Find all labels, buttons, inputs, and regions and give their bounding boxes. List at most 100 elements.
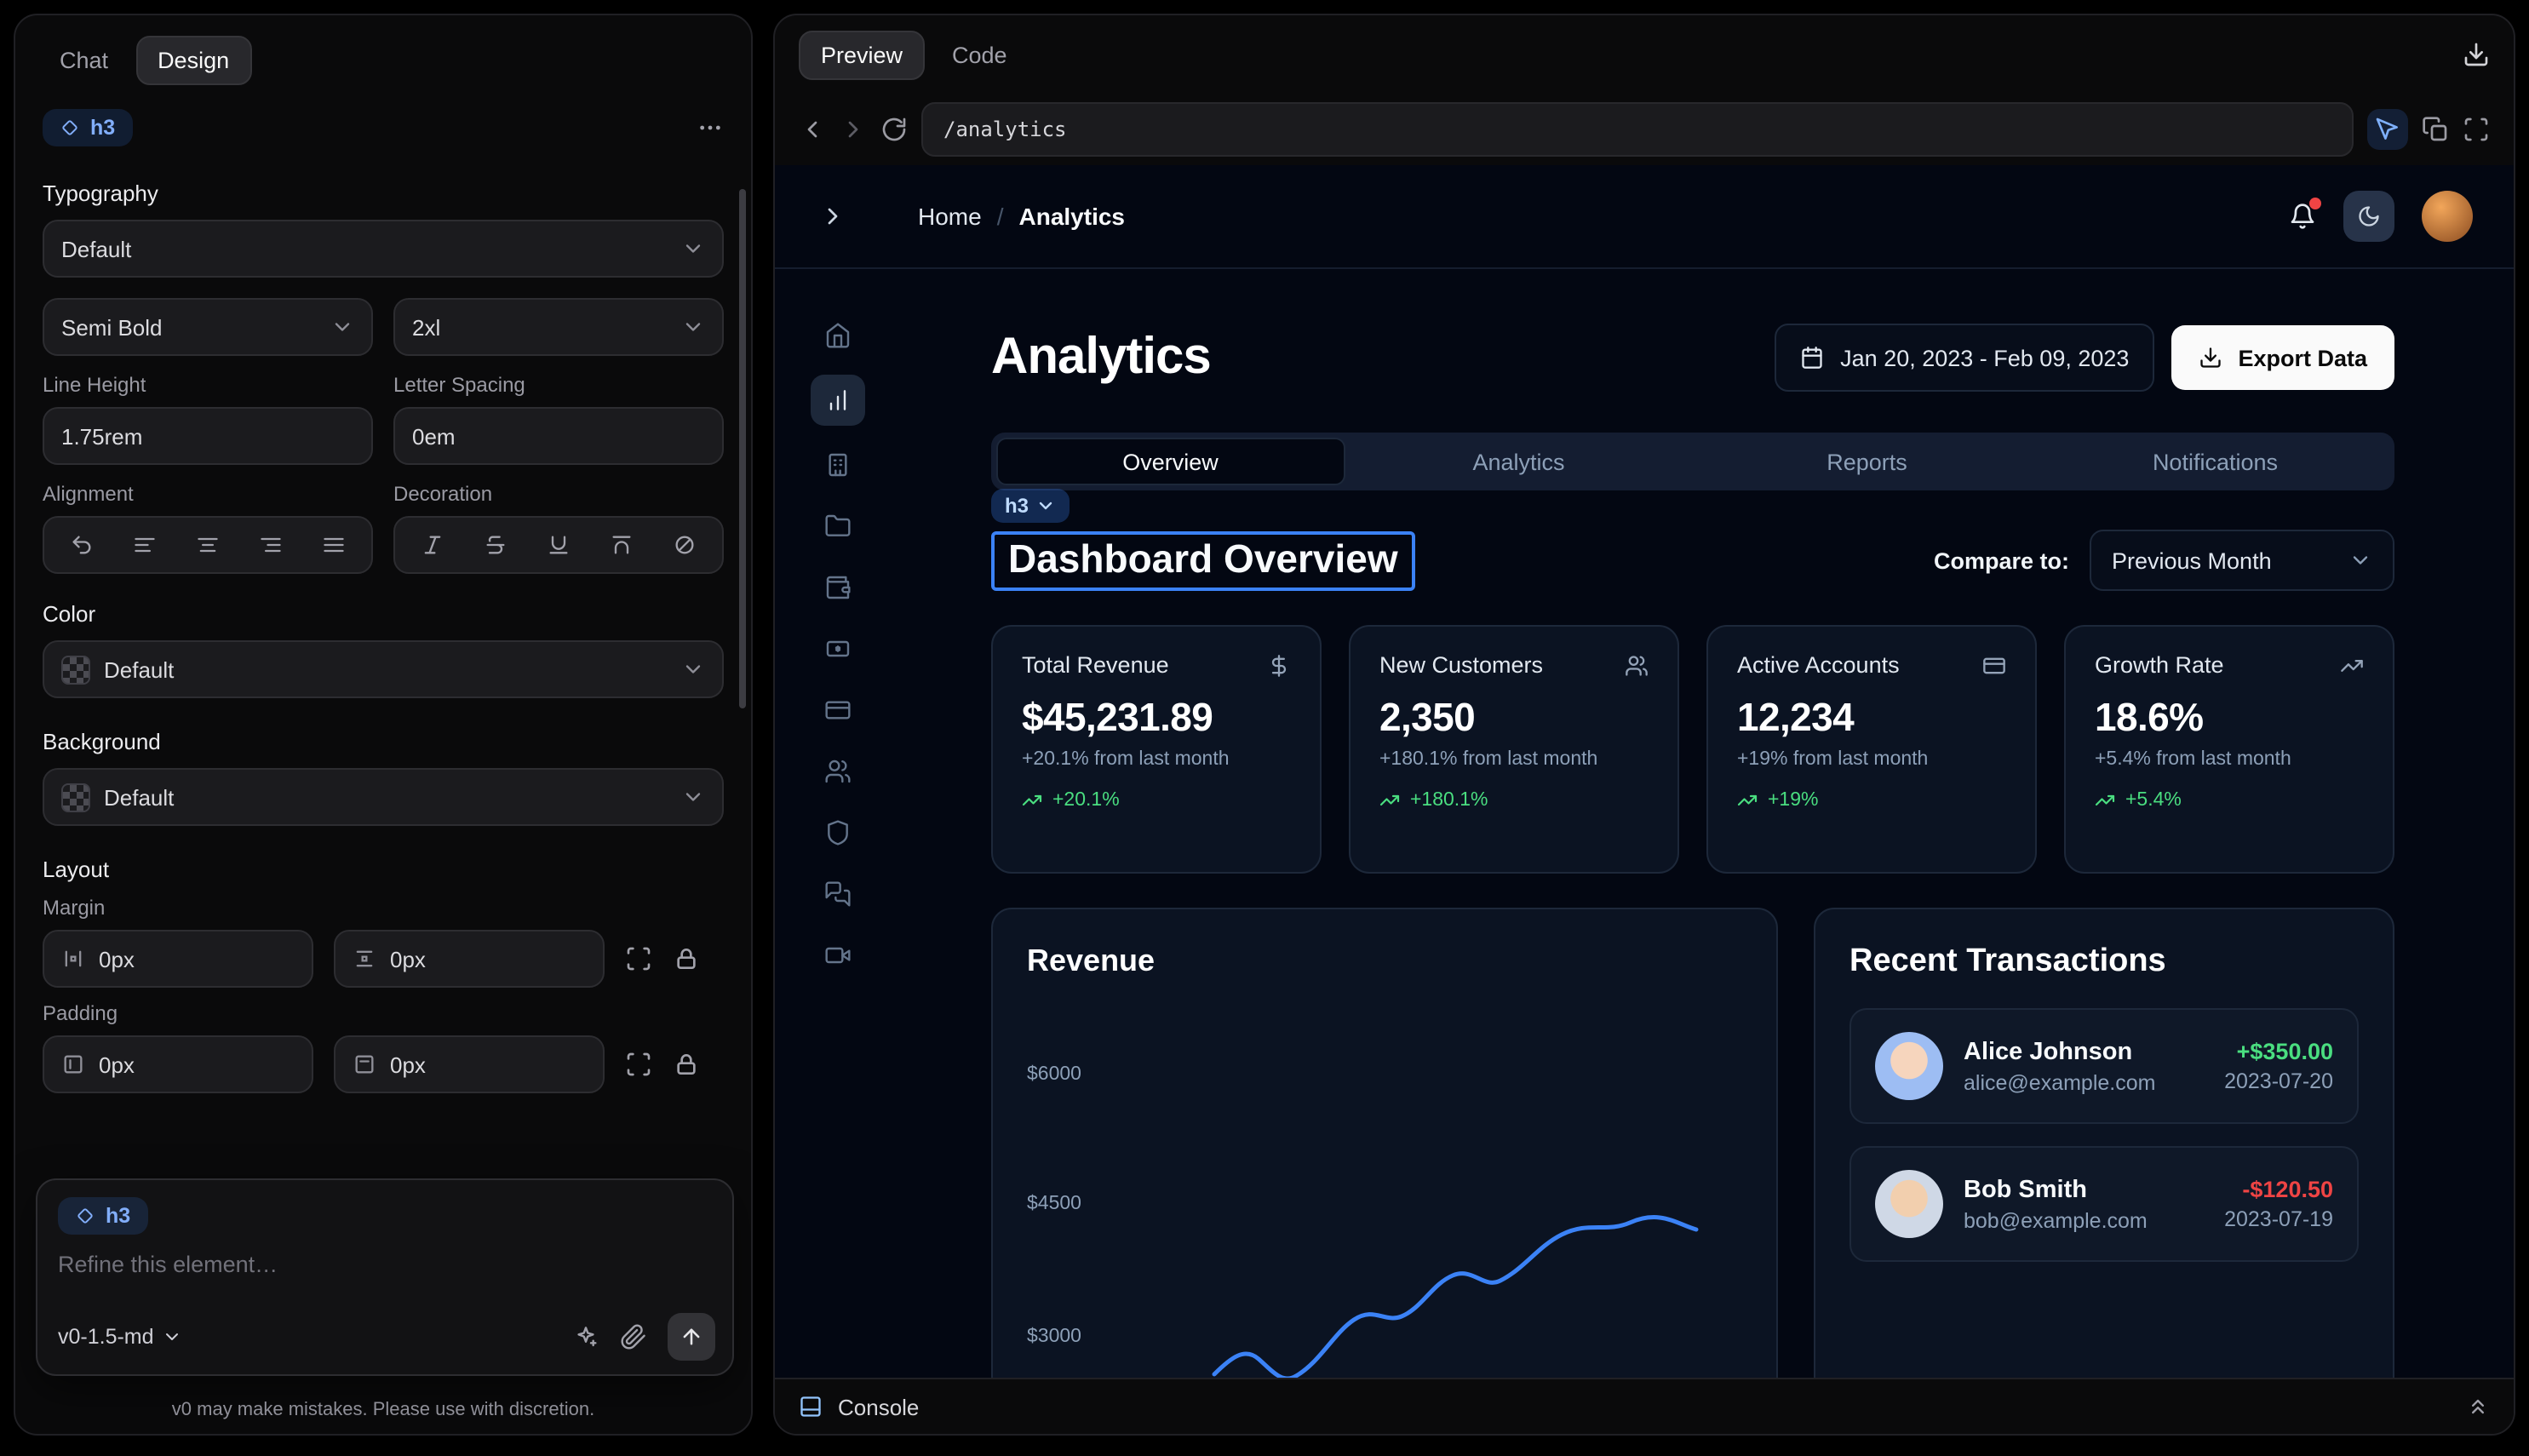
padding-expand-button[interactable] <box>625 1051 652 1078</box>
sidebar-item-meetings[interactable] <box>811 933 865 977</box>
lock-icon <box>673 1051 700 1078</box>
preview-viewport: Home / Analytics <box>775 165 2514 1379</box>
stat-card-active-accounts: Active Accounts 12,234 +19% from last mo… <box>1706 625 2037 874</box>
tab-reports[interactable]: Reports <box>1693 438 2041 485</box>
no-decoration-button[interactable] <box>652 518 715 572</box>
inspect-element-button[interactable] <box>2367 109 2408 150</box>
stat-title: New Customers <box>1379 652 1543 678</box>
margin-x-input[interactable]: 0px <box>43 930 313 988</box>
console-bar[interactable]: Console <box>775 1378 2514 1434</box>
margin-lock-button[interactable] <box>673 945 700 972</box>
sidebar-item-wallet[interactable] <box>811 565 865 610</box>
strikethrough-button[interactable] <box>465 518 528 572</box>
padding-vertical-icon <box>353 1052 376 1076</box>
line-height-input[interactable]: 1.75rem <box>43 407 373 465</box>
sidebar-item-messages[interactable] <box>811 872 865 916</box>
more-options-button[interactable] <box>697 114 724 141</box>
sidebar-item-payments[interactable] <box>811 688 865 732</box>
model-select[interactable]: v0-1.5-md <box>58 1325 183 1349</box>
address-input[interactable]: /analytics <box>921 102 2354 157</box>
dashboard-sidebar <box>775 269 901 1379</box>
align-left-button[interactable] <box>114 518 177 572</box>
margin-x-value: 0px <box>99 946 135 972</box>
tab-design-label: Design <box>158 48 229 73</box>
attach-file-button[interactable] <box>620 1323 647 1350</box>
user-avatar[interactable] <box>2422 191 2473 242</box>
sidebar-item-organization[interactable] <box>811 443 865 487</box>
back-button[interactable] <box>799 116 826 143</box>
font-weight-select[interactable]: Semi Bold <box>43 298 373 356</box>
sidebar-item-members[interactable] <box>811 749 865 794</box>
composer-input[interactable]: Refine this element… <box>58 1252 712 1277</box>
theme-toggle-button[interactable] <box>2343 191 2394 242</box>
recent-transactions-card: Recent Transactions Alice Johnson alice@… <box>1814 908 2394 1379</box>
submit-button[interactable] <box>668 1313 715 1361</box>
margin-expand-button[interactable] <box>625 945 652 972</box>
breadcrumb-home[interactable]: Home <box>918 203 982 230</box>
notifications-button[interactable] <box>2289 203 2316 230</box>
sidebar-item-projects[interactable] <box>811 504 865 548</box>
selected-element-label: h3 <box>90 116 115 140</box>
building-icon <box>824 451 852 479</box>
align-justify-button[interactable] <box>301 518 364 572</box>
sidebar-item-security[interactable] <box>811 811 865 855</box>
font-family-select[interactable]: Default <box>43 220 724 278</box>
font-size-select[interactable]: 2xl <box>393 298 724 356</box>
chevron-down-icon <box>681 785 705 809</box>
underline-button[interactable] <box>527 518 590 572</box>
sidebar-item-home[interactable] <box>811 313 865 358</box>
padding-y-input[interactable]: 0px <box>334 1035 605 1093</box>
letter-spacing-input[interactable]: 0em <box>393 407 724 465</box>
diamond-icon <box>75 1206 95 1226</box>
export-data-button[interactable]: Export Data <box>2171 325 2394 390</box>
overline-button[interactable] <box>590 518 653 572</box>
console-expand-button[interactable] <box>2466 1395 2490 1419</box>
tab-preview[interactable]: Preview <box>799 30 925 79</box>
enhance-prompt-button[interactable] <box>572 1323 599 1350</box>
refresh-button[interactable] <box>880 116 908 143</box>
sidebar-item-analytics[interactable] <box>811 375 865 426</box>
download-button[interactable] <box>2463 41 2490 68</box>
fullscreen-button[interactable] <box>2463 116 2490 143</box>
margin-y-value: 0px <box>390 946 426 972</box>
chevron-down-icon <box>681 315 705 339</box>
tab-design[interactable]: Design <box>135 36 251 85</box>
composer-element-badge[interactable]: h3 <box>58 1197 147 1235</box>
reset-alignment-button[interactable] <box>51 518 114 572</box>
panel-scrollbar[interactable] <box>739 189 746 708</box>
background-select[interactable]: Default <box>43 768 724 826</box>
margin-y-input[interactable]: 0px <box>334 930 605 988</box>
stat-trend-value: +20.1% <box>1052 790 1120 811</box>
align-center-button[interactable] <box>176 518 239 572</box>
stat-trend-value: +180.1% <box>1410 790 1488 811</box>
stat-card-growth-rate: Growth Rate 18.6% +5.4% from last month … <box>2064 625 2394 874</box>
padding-x-input[interactable]: 0px <box>43 1035 313 1093</box>
date-range-button[interactable]: Jan 20, 2023 - Feb 09, 2023 <box>1774 324 2154 392</box>
align-right-button[interactable] <box>239 518 302 572</box>
transaction-row[interactable]: Bob Smith bob@example.com -$120.50 2023-… <box>1849 1146 2359 1262</box>
stat-value: $45,231.89 <box>1022 695 1291 741</box>
padding-lock-button[interactable] <box>673 1051 700 1078</box>
padding-label: Padding <box>43 1001 724 1025</box>
selected-element-badge[interactable]: h3 <box>43 109 132 146</box>
sidebar-toggle-button[interactable] <box>819 203 846 230</box>
tab-notifications[interactable]: Notifications <box>2041 438 2389 485</box>
dollar-sign-icon <box>1267 653 1291 677</box>
transaction-row[interactable]: Alice Johnson alice@example.com +$350.00… <box>1849 1008 2359 1124</box>
margin-vertical-icon <box>353 947 376 971</box>
layout-section-label: Layout <box>43 857 724 882</box>
tab-overview[interactable]: Overview <box>996 438 1345 485</box>
tab-chat[interactable]: Chat <box>43 37 125 83</box>
section-heading-selected[interactable]: Dashboard Overview <box>991 530 1415 590</box>
tab-analytics[interactable]: Analytics <box>1345 438 1693 485</box>
compare-select[interactable]: Previous Month <box>2090 530 2394 591</box>
color-select[interactable]: Default <box>43 640 724 698</box>
tab-code[interactable]: Code <box>935 32 1024 77</box>
forward-button[interactable] <box>840 116 867 143</box>
background-value: Default <box>104 784 174 810</box>
app-window: Chat Design h3 Typography Default Semi B… <box>0 0 2529 1456</box>
duplicate-view-button[interactable] <box>2422 116 2449 143</box>
selection-tag[interactable]: h3 <box>991 489 1070 523</box>
sidebar-item-billing[interactable] <box>811 627 865 671</box>
italic-button[interactable] <box>402 518 465 572</box>
